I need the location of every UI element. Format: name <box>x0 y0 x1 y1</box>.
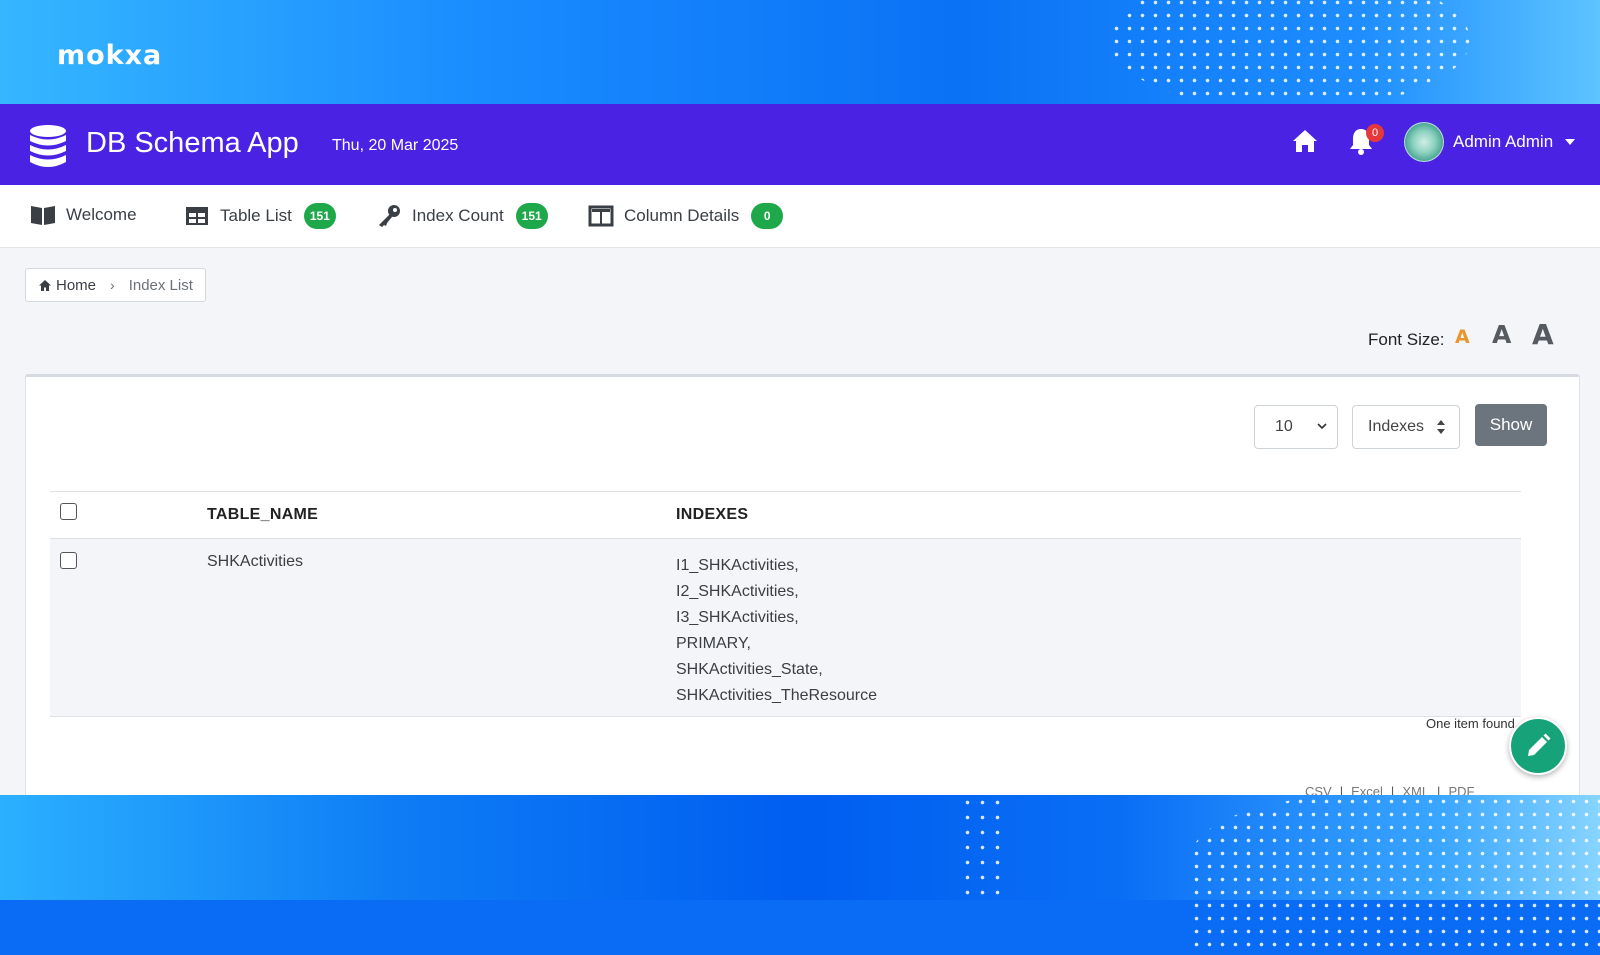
nav-label: Index Count <box>412 206 504 225</box>
current-date: Thu, 20 Mar 2025 <box>332 137 459 154</box>
chevron-right-icon: › <box>110 277 115 293</box>
index-table: TABLE_NAME INDEXES SHKActivities I1_SHKA… <box>50 491 1521 717</box>
font-size-small-button[interactable]: A <box>1455 326 1470 348</box>
table-header-row: TABLE_NAME INDEXES <box>50 491 1521 539</box>
dot-pattern <box>1190 795 1600 955</box>
nav-item-welcome[interactable]: Welcome <box>30 203 137 227</box>
notification-badge: 0 <box>1366 124 1384 142</box>
breadcrumb-home[interactable]: Home <box>38 277 96 294</box>
nav-label: Column Details <box>624 206 740 225</box>
table-count-badge: 151 <box>303 203 336 229</box>
view-type-value: Indexes <box>1368 418 1425 435</box>
user-menu[interactable]: Admin Admin <box>1453 132 1553 152</box>
index-name: I3_SHKActivities, <box>676 609 799 626</box>
edit-fab-button[interactable] <box>1509 717 1567 775</box>
book-icon <box>31 206 55 225</box>
column-header-table-name[interactable]: TABLE_NAME <box>207 506 318 524</box>
avatar[interactable] <box>1404 122 1444 162</box>
sort-icon <box>1437 420 1445 434</box>
font-size-large-button[interactable]: A <box>1532 318 1554 351</box>
top-banner <box>0 0 1600 104</box>
show-button[interactable]: Show <box>1475 404 1547 446</box>
dot-pattern <box>960 795 1000 895</box>
notifications-button[interactable]: 0 <box>1346 124 1384 156</box>
page-size-value: 10 <box>1275 418 1293 435</box>
index-count-badge: 151 <box>515 203 548 229</box>
nav-item-column-details[interactable]: Column Details 0 <box>588 203 784 229</box>
view-type-select[interactable]: Indexes <box>1352 405 1460 449</box>
index-name: SHKActivities_State, <box>676 661 823 678</box>
font-size-label: Font Size: <box>1368 330 1445 349</box>
dot-pattern <box>1110 0 1470 104</box>
nav-item-table-list[interactable]: Table List 151 <box>184 203 336 229</box>
result-summary: One item found. <box>1426 716 1519 731</box>
index-name: I1_SHKActivities, <box>676 557 799 574</box>
breadcrumb: Home › Index List <box>25 268 206 302</box>
key-icon <box>379 205 400 227</box>
mokxa-logo: mokxa <box>57 40 163 71</box>
table-name-cell: SHKActivities <box>207 553 304 570</box>
index-name: PRIMARY, <box>676 635 751 652</box>
pencil-icon <box>1528 733 1551 756</box>
columns-icon <box>588 205 614 227</box>
index-name: SHKActivities_TheResource <box>676 687 877 704</box>
chevron-down-icon <box>1317 423 1327 430</box>
column-header-indexes[interactable]: INDEXES <box>676 506 748 524</box>
nav-label: Welcome <box>66 205 137 224</box>
app-header: DB Schema App Thu, 20 Mar 2025 0 Admin A… <box>0 104 1600 185</box>
breadcrumb-current: Index List <box>128 276 193 294</box>
page-size-select[interactable]: 10 <box>1254 405 1338 449</box>
nav-item-index-count[interactable]: Index Count 151 <box>376 203 548 229</box>
indexes-cell: I1_SHKActivities, I2_SHKActivities, I3_S… <box>676 553 877 709</box>
select-all-checkbox[interactable] <box>60 503 77 520</box>
breadcrumb-home-label: Home <box>56 276 97 294</box>
main-nav: Welcome Table List 151 Index Count 151 C… <box>0 185 1600 248</box>
row-checkbox[interactable] <box>60 552 77 569</box>
column-count-badge: 0 <box>751 203 784 229</box>
home-icon <box>39 279 51 291</box>
table-icon <box>186 207 208 225</box>
home-icon[interactable] <box>1292 128 1318 154</box>
table-row: SHKActivities I1_SHKActivities, I2_SHKAc… <box>50 539 1521 717</box>
index-name: I2_SHKActivities, <box>676 583 799 600</box>
caret-down-icon[interactable] <box>1565 139 1575 145</box>
app-title: DB Schema App <box>86 127 299 159</box>
font-size-medium-button[interactable]: A <box>1492 320 1511 349</box>
nav-label: Table List <box>220 206 292 225</box>
database-icon <box>30 125 66 167</box>
